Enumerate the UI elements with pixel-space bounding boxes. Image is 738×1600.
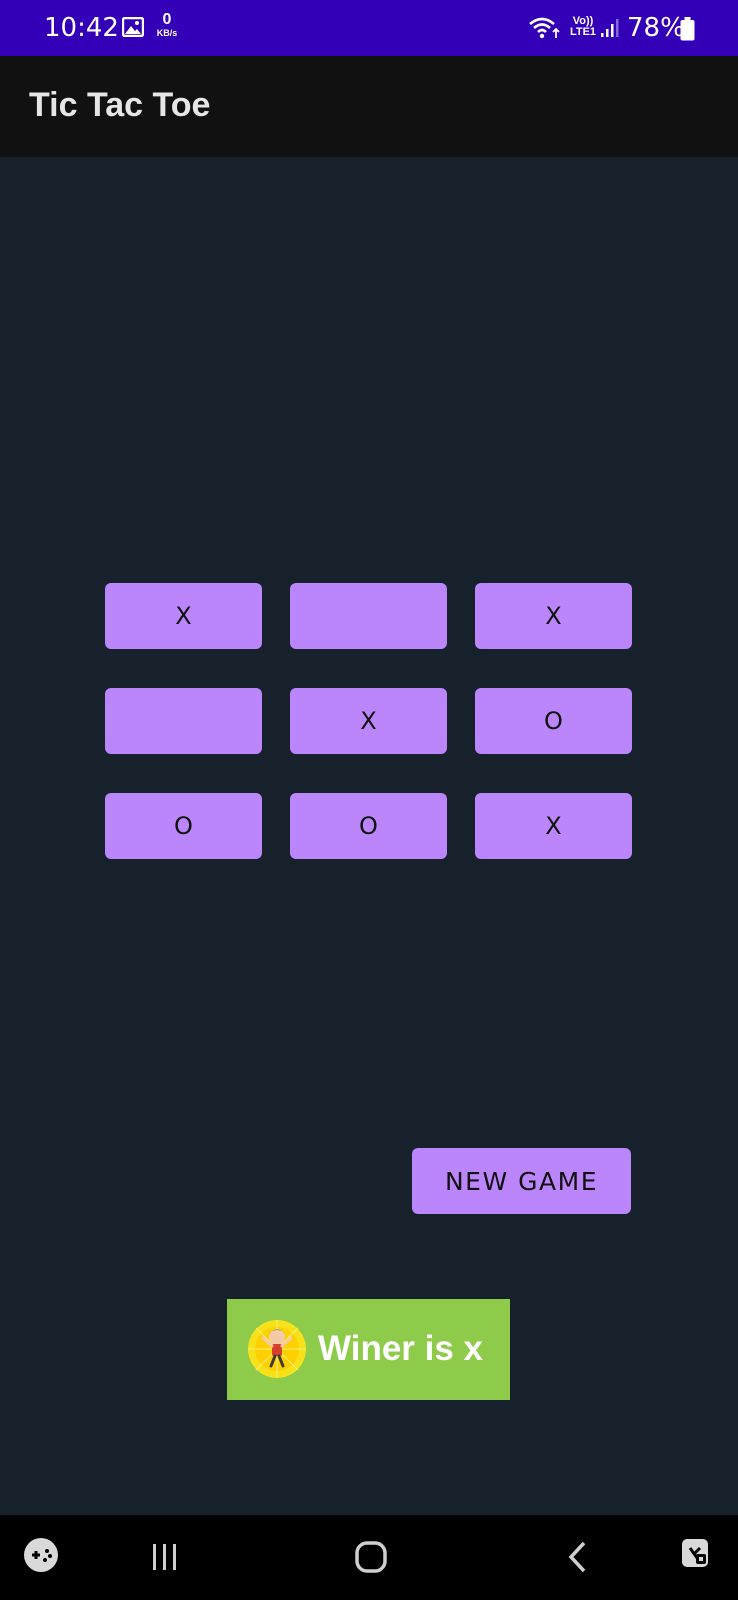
new-game-button[interactable]: NEW GAME <box>412 1148 631 1214</box>
wifi-icon <box>529 17 560 39</box>
gallery-icon <box>122 17 144 37</box>
board-cell-2[interactable] <box>290 583 447 649</box>
board-cell-3[interactable]: X <box>475 583 632 649</box>
board-cell-1[interactable]: X <box>105 583 262 649</box>
recent-apps-icon[interactable] <box>150 1542 180 1572</box>
accessibility-icon[interactable] <box>680 1536 712 1572</box>
winner-banner: Winer is x <box>227 1299 510 1400</box>
mascot-icon <box>248 1320 306 1378</box>
signal-icon <box>601 19 619 37</box>
game-launcher-icon[interactable] <box>24 1538 58 1572</box>
board-cell-7[interactable]: O <box>105 793 262 859</box>
board-cell-6[interactable]: O <box>475 688 632 754</box>
board-cell-5[interactable]: X <box>290 688 447 754</box>
net-speed: 0 KB/s <box>147 12 187 38</box>
app-title: Tic Tac Toe <box>29 86 211 124</box>
status-time: 10:42 <box>44 13 119 43</box>
lte-label: LTE1 <box>569 26 597 38</box>
board-cell-9[interactable]: X <box>475 793 632 859</box>
winner-text: Winer is x <box>318 1329 484 1368</box>
status-bar: 10:42 0 KB/s Vo)) LTE1 78% <box>0 0 738 56</box>
lte-indicator: Vo)) LTE1 <box>565 16 601 38</box>
battery-icon <box>680 17 695 41</box>
back-icon[interactable] <box>566 1540 590 1574</box>
home-icon[interactable] <box>354 1540 388 1574</box>
board-cell-4[interactable] <box>105 688 262 754</box>
navigation-bar <box>0 1515 738 1600</box>
net-speed-value: 0 <box>162 11 172 28</box>
app-bar: Tic Tac Toe <box>0 56 738 157</box>
battery-percent: 78% <box>627 13 685 43</box>
board-cell-8[interactable]: O <box>290 793 447 859</box>
net-speed-unit: KB/s <box>156 28 178 38</box>
